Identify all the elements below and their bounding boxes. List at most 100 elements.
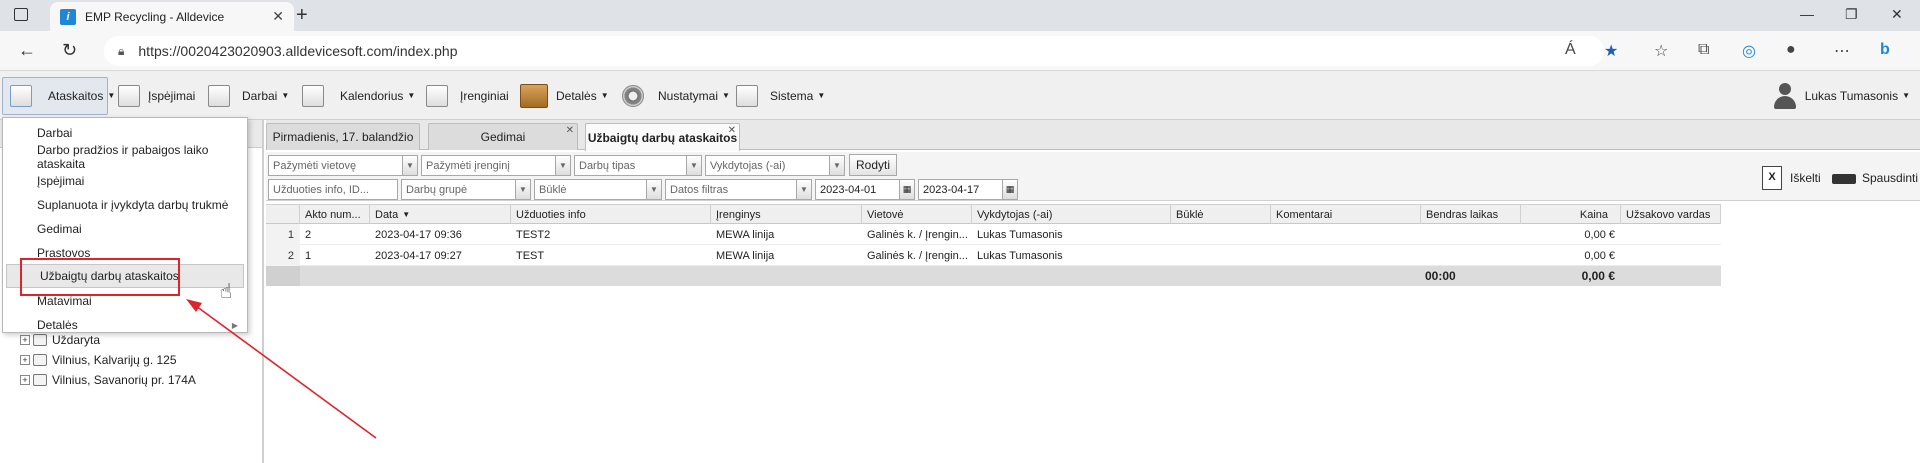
extension-icon[interactable]: ◎ — [1742, 41, 1756, 61]
url-text: https://0020423020903.alldevicesoft.com/… — [138, 43, 458, 59]
menu-calendar[interactable]: Kalendorius ▼ — [302, 71, 415, 120]
menu-item-parts[interactable]: Detalės ▶ — [4, 313, 246, 337]
cell-status — [1171, 245, 1271, 266]
menu-jobs[interactable]: Darbai ▼ — [208, 71, 289, 120]
col-header-executor[interactable]: Vykdytojas (-ai) — [972, 205, 1171, 224]
menu-item-failures[interactable]: Gedimai — [4, 217, 246, 241]
table-row[interactable]: 1 2 2023-04-17 09:36 TEST2 MEWA linija G… — [266, 224, 1721, 245]
read-aloud-icon[interactable]: Á — [1565, 41, 1576, 59]
tab-title: EMP Recycling - Alldevice — [85, 9, 225, 24]
user-menu[interactable]: Lukas Tumasonis ▼ — [1773, 71, 1910, 120]
table-row[interactable]: 2 1 2023-04-17 09:27 TEST MEWA linija Ga… — [266, 245, 1721, 266]
chevron-down-icon[interactable]: ▼ — [829, 156, 844, 175]
cell-device: MEWA linija — [716, 249, 775, 262]
menu-devices[interactable]: Įrenginiai — [426, 71, 509, 120]
restore-icon[interactable]: ❐ — [1845, 6, 1858, 23]
tab-failures[interactable]: Gedimai ✕ — [428, 123, 578, 150]
date-filter-select[interactable]: Datos filtras ▼ — [665, 179, 812, 200]
menu-reports[interactable]: Ataskaitos ▼ — [10, 71, 115, 120]
browser-tab[interactable]: i EMP Recycling - Alldevice ✕ — [50, 2, 294, 31]
col-header-task-info[interactable]: Užduoties info — [511, 205, 711, 224]
menu-system[interactable]: Sistema ▼ — [736, 71, 825, 120]
menu-item-planned-duration[interactable]: Suplanuota ir įvykdyta darbų trukmė — [4, 193, 246, 217]
status-select[interactable]: Būklė ▼ — [534, 179, 662, 200]
tree-item[interactable]: + Vilnius, Savanorių pr. 174A — [20, 373, 196, 387]
expand-icon[interactable]: + — [20, 355, 30, 365]
menu-item-label: Matavimai — [37, 294, 92, 308]
back-icon[interactable]: ← — [18, 40, 36, 61]
menu-settings[interactable]: Nustatymai ▼ — [622, 71, 730, 120]
col-header-total-time[interactable]: Bendras laikas — [1421, 205, 1521, 224]
collections-icon[interactable]: ⧉ — [1698, 41, 1709, 59]
work-group-select[interactable]: Darbų grupė ▼ — [401, 179, 531, 200]
chevron-down-icon[interactable]: ▼ — [796, 180, 811, 199]
menu-item-work-time[interactable]: Darbo pradžios ir pabaigos laiko ataskai… — [4, 143, 246, 171]
new-tab-icon[interactable]: + — [296, 4, 308, 27]
reports-icon — [10, 84, 32, 107]
close-icon[interactable]: ✕ — [566, 125, 574, 136]
bing-icon[interactable]: b — [1880, 41, 1890, 59]
window-menu-icon[interactable] — [14, 8, 28, 21]
user-icon — [1773, 82, 1797, 109]
chevron-down-icon[interactable]: ▼ — [402, 156, 417, 175]
favorites-icon[interactable]: ☆ — [1654, 41, 1668, 61]
show-button[interactable]: Rodyti — [849, 154, 898, 176]
devices-icon — [426, 84, 448, 107]
close-icon[interactable]: ✕ — [728, 125, 736, 136]
calendar-icon[interactable]: ▦ — [899, 180, 914, 199]
work-type-select[interactable]: Darbų tipas ▼ — [574, 155, 702, 176]
col-header-device[interactable]: Įrenginys — [711, 205, 862, 224]
tree-item[interactable]: + Vilnius, Kalvarijų g. 125 — [20, 353, 177, 367]
chevron-down-icon[interactable]: ▼ — [515, 180, 530, 199]
menu-alerts[interactable]: Įspėjimai — [118, 71, 195, 120]
print-button[interactable]: Spausdinti — [1832, 168, 1918, 190]
col-header-status[interactable]: Būklė — [1171, 205, 1271, 224]
calendar-icon[interactable]: ▦ — [1002, 180, 1017, 199]
chevron-down-icon[interactable]: ▼ — [555, 156, 570, 175]
chevron-down-icon: ▼ — [107, 91, 116, 100]
close-window-icon[interactable]: ✕ — [1891, 6, 1903, 23]
tab-day[interactable]: Pirmadienis, 17. balandžio — [266, 123, 420, 150]
executor-select[interactable]: Vykdytojas (-ai) ▼ — [705, 155, 845, 176]
lock-icon: 🔒︎ — [118, 43, 125, 58]
profile-icon[interactable]: ● — [1786, 41, 1796, 59]
col-header-act[interactable]: Akto num... — [300, 205, 370, 224]
expand-icon[interactable]: + — [20, 375, 30, 385]
cell-task-info: TEST2 — [516, 228, 551, 241]
system-icon — [736, 84, 758, 107]
date-to-input[interactable]: 2023-04-17 ▦ — [918, 179, 1018, 200]
tab-close-icon[interactable]: ✕ — [272, 8, 284, 25]
date-from-input[interactable]: 2023-04-01 ▦ — [815, 179, 915, 200]
tab-completed-reports[interactable]: Užbaigtų darbų ataskaitos ✕ — [585, 123, 740, 151]
menu-item-jobs[interactable]: Darbai — [4, 121, 246, 145]
report-grid: Akto num... Data ▼ Užduoties info Įrengi… — [266, 204, 1721, 286]
menu-item-alerts[interactable]: Įspėjimai — [4, 169, 246, 193]
menu-system-label: Sistema — [770, 88, 814, 103]
refresh-icon[interactable]: ↻ — [62, 40, 77, 61]
minimize-icon[interactable]: — — [1800, 6, 1814, 22]
col-header-price[interactable]: Kaina — [1521, 205, 1621, 224]
executor-placeholder: Vykdytojas (-ai) — [710, 159, 786, 172]
chevron-down-icon[interactable]: ▼ — [686, 156, 701, 175]
col-header-comments[interactable]: Komentarai — [1271, 205, 1421, 224]
chevron-down-icon[interactable]: ▼ — [646, 180, 661, 199]
col-header-location[interactable]: Vietovė — [862, 205, 972, 224]
task-info-input[interactable]: Užduoties info, ID... — [268, 179, 398, 200]
more-icon[interactable]: ⋯ — [1834, 41, 1850, 61]
export-button[interactable]: X Iškelti — [1762, 166, 1821, 190]
menu-parts[interactable]: Detalės ▼ — [520, 71, 609, 120]
location-select[interactable]: Pažymėti vietovę ▼ — [268, 155, 418, 176]
reports-dropdown-menu: Darbai Darbo pradžios ir pabaigos laiko … — [2, 117, 248, 333]
device-select[interactable]: Pažymėti įrenginį ▼ — [421, 155, 571, 176]
url-input[interactable]: 🔒︎ https://0020423020903.alldevicesoft.c… — [104, 36, 1604, 66]
chevron-down-icon: ▼ — [1902, 91, 1910, 100]
annotation-highlight-box — [20, 258, 180, 296]
chevron-down-icon: ▼ — [722, 91, 730, 100]
favorite-star-icon[interactable]: ★ — [1604, 41, 1618, 61]
cell-status — [1171, 224, 1271, 245]
col-header-date[interactable]: Data ▼ — [370, 205, 511, 224]
hand-cursor-icon: ☝ — [220, 281, 233, 303]
grid-header: Akto num... Data ▼ Užduoties info Įrengi… — [266, 204, 1721, 224]
col-header-customer[interactable]: Užsakovo vardas — [1621, 205, 1721, 224]
date-to-value: 2023-04-17 — [923, 183, 980, 196]
